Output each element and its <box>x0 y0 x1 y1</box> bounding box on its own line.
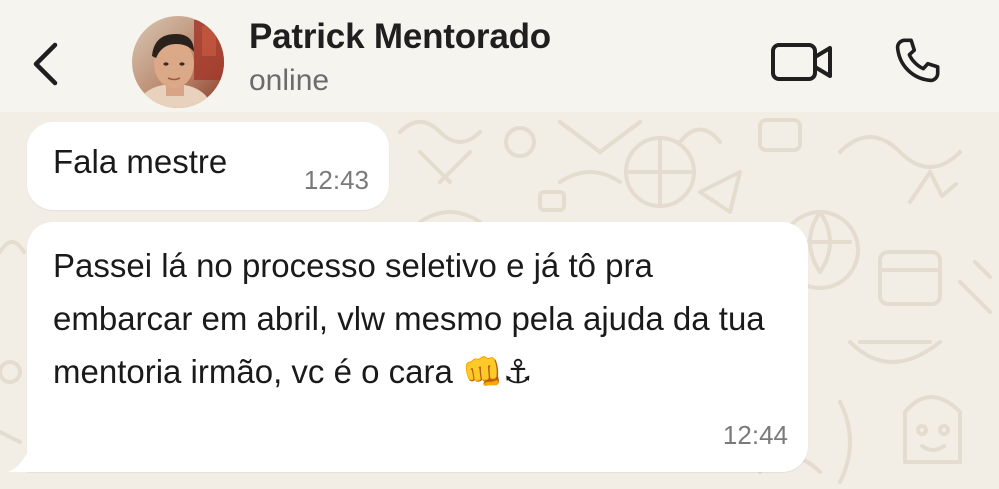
avatar[interactable] <box>132 16 224 108</box>
phone-icon <box>895 38 940 83</box>
message-bubble[interactable]: Fala mestre 12:43 <box>27 122 389 210</box>
chat-area[interactable]: Fala mestre 12:43 Passei lá no processo … <box>0 112 999 489</box>
message-timestamp: 12:44 <box>722 420 788 450</box>
avatar-photo <box>132 16 224 108</box>
contact-status: online <box>249 64 330 97</box>
message-text: Fala mestre <box>53 143 228 180</box>
message-text: Passei lá no processo seletivo e já tô p… <box>53 247 765 390</box>
chevron-left-icon <box>33 42 58 86</box>
voice-call-button[interactable] <box>884 30 950 92</box>
message-bubble[interactable]: Passei lá no processo seletivo e já tô p… <box>27 222 808 472</box>
contact-name[interactable]: Patrick Mentorado <box>249 17 551 57</box>
video-camera-icon <box>771 43 832 81</box>
back-button[interactable] <box>22 34 68 94</box>
video-call-button[interactable] <box>764 34 840 90</box>
chat-header: Patrick Mentorado online <box>0 0 999 112</box>
message-timestamp: 12:43 <box>303 165 369 195</box>
